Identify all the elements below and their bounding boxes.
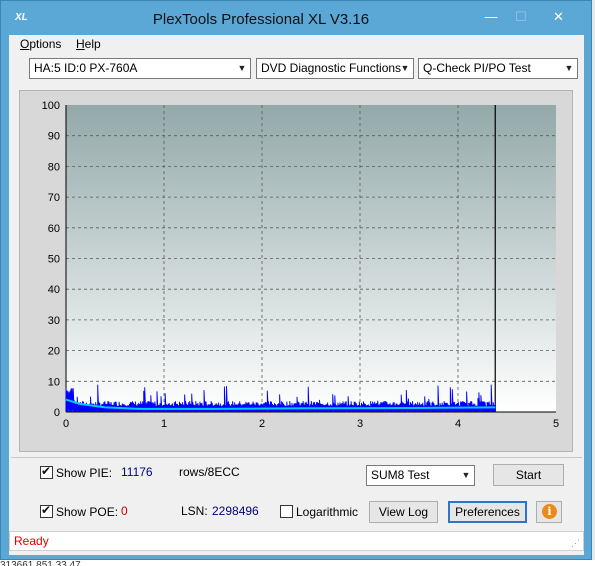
x-tick-label: 3 bbox=[357, 418, 363, 430]
preferences-button[interactable]: Preferences bbox=[448, 501, 527, 523]
x-tick-label: 1 bbox=[161, 418, 167, 430]
chevron-down-icon: ▼ bbox=[461, 470, 471, 480]
chevron-down-icon: ▼ bbox=[237, 63, 247, 73]
status-bar: Ready ⋰ bbox=[9, 531, 584, 551]
menu-help[interactable]: Help bbox=[76, 37, 101, 51]
client-area: Options Help HA:5 ID:0 PX-760A ▼ DVD Dia… bbox=[9, 35, 584, 555]
test-select[interactable]: Q-Check PI/PO Test ▼ bbox=[418, 58, 578, 79]
x-tick-label: 4 bbox=[455, 418, 461, 430]
toolbar: HA:5 ID:0 PX-760A ▼ DVD Diagnostic Funct… bbox=[9, 55, 584, 85]
title-bar[interactable]: XL PlexTools Professional XL V3.16 — ☐ ✕ bbox=[1, 1, 591, 35]
y-tick-label: 70 bbox=[48, 192, 60, 204]
drive-select-value: HA:5 ID:0 PX-760A bbox=[34, 61, 138, 75]
function-select-value: DVD Diagnostic Functions bbox=[261, 61, 402, 75]
pie-value: 11176 bbox=[121, 465, 153, 479]
y-tick-label: 20 bbox=[48, 346, 60, 358]
y-tick-label: 90 bbox=[48, 131, 60, 143]
checkmark-icon: ✔ bbox=[41, 464, 52, 478]
logarithmic-label: Logarithmic bbox=[296, 505, 359, 519]
menu-options[interactable]: Options bbox=[20, 37, 61, 51]
status-text: Ready bbox=[14, 534, 49, 548]
show-pie-label: Show PIE: bbox=[56, 466, 113, 480]
show-poe-label: Show POE: bbox=[56, 505, 119, 519]
start-button[interactable]: Start bbox=[493, 464, 564, 486]
y-tick-label: 30 bbox=[48, 315, 60, 327]
pie-unit: rows/8ECC bbox=[179, 465, 240, 479]
info-button[interactable]: i bbox=[536, 501, 562, 523]
x-tick-label: 5 bbox=[553, 418, 559, 430]
view-log-button[interactable]: View Log bbox=[369, 501, 438, 523]
info-icon: i bbox=[542, 504, 557, 519]
chart-panel: 0 10 20 30 40 50 60 70 80 90 100 0 1 2 3 4 5 bbox=[19, 90, 573, 452]
show-poe-checkbox[interactable]: ✔ bbox=[40, 503, 53, 518]
test-select-value: Q-Check PI/PO Test bbox=[423, 61, 531, 75]
preferences-label: Preferences bbox=[455, 505, 520, 519]
y-tick-label: 10 bbox=[48, 376, 60, 388]
lsn-value: 2298496 bbox=[212, 504, 259, 518]
y-tick-label: 80 bbox=[48, 161, 60, 173]
x-tick-label: 0 bbox=[63, 418, 69, 430]
y-tick-label: 100 bbox=[42, 100, 60, 112]
minimize-button[interactable]: — bbox=[476, 7, 506, 27]
main-window: XL PlexTools Professional XL V3.16 — ☐ ✕… bbox=[0, 0, 592, 560]
start-button-label: Start bbox=[515, 468, 542, 482]
checkmark-icon: ✔ bbox=[41, 503, 52, 517]
background-table-row: 313661 851 33.47 bbox=[0, 560, 81, 566]
lsn-label: LSN: bbox=[181, 504, 208, 518]
function-select[interactable]: DVD Diagnostic Functions ▼ bbox=[256, 58, 414, 79]
resize-grip-icon[interactable]: ⋰ bbox=[571, 538, 581, 548]
menu-bar: Options Help bbox=[9, 35, 584, 55]
poe-value: 0 bbox=[121, 504, 128, 518]
y-tick-label: 50 bbox=[48, 254, 60, 266]
sum-test-value: SUM8 Test bbox=[371, 468, 430, 482]
maximize-button[interactable]: ☐ bbox=[506, 7, 536, 27]
x-tick-label: 2 bbox=[259, 418, 265, 430]
close-button[interactable]: ✕ bbox=[536, 7, 581, 27]
divider bbox=[11, 457, 582, 458]
pi-po-chart: 0 10 20 30 40 50 60 70 80 90 100 0 1 2 3 4 5 bbox=[42, 100, 559, 430]
chevron-down-icon: ▼ bbox=[400, 63, 410, 73]
y-tick-label: 0 bbox=[54, 407, 60, 419]
drive-select[interactable]: HA:5 ID:0 PX-760A ▼ bbox=[29, 58, 251, 79]
show-pie-checkbox[interactable]: ✔ bbox=[40, 464, 53, 479]
logarithmic-checkbox[interactable] bbox=[280, 505, 293, 518]
chevron-down-icon: ▼ bbox=[564, 63, 574, 73]
window-title: PlexTools Professional XL V3.16 bbox=[152, 11, 370, 28]
y-tick-label: 40 bbox=[48, 284, 60, 296]
y-tick-label: 60 bbox=[48, 223, 60, 235]
sum-test-select[interactable]: SUM8 Test ▼ bbox=[366, 465, 475, 486]
view-log-label: View Log bbox=[378, 505, 429, 519]
